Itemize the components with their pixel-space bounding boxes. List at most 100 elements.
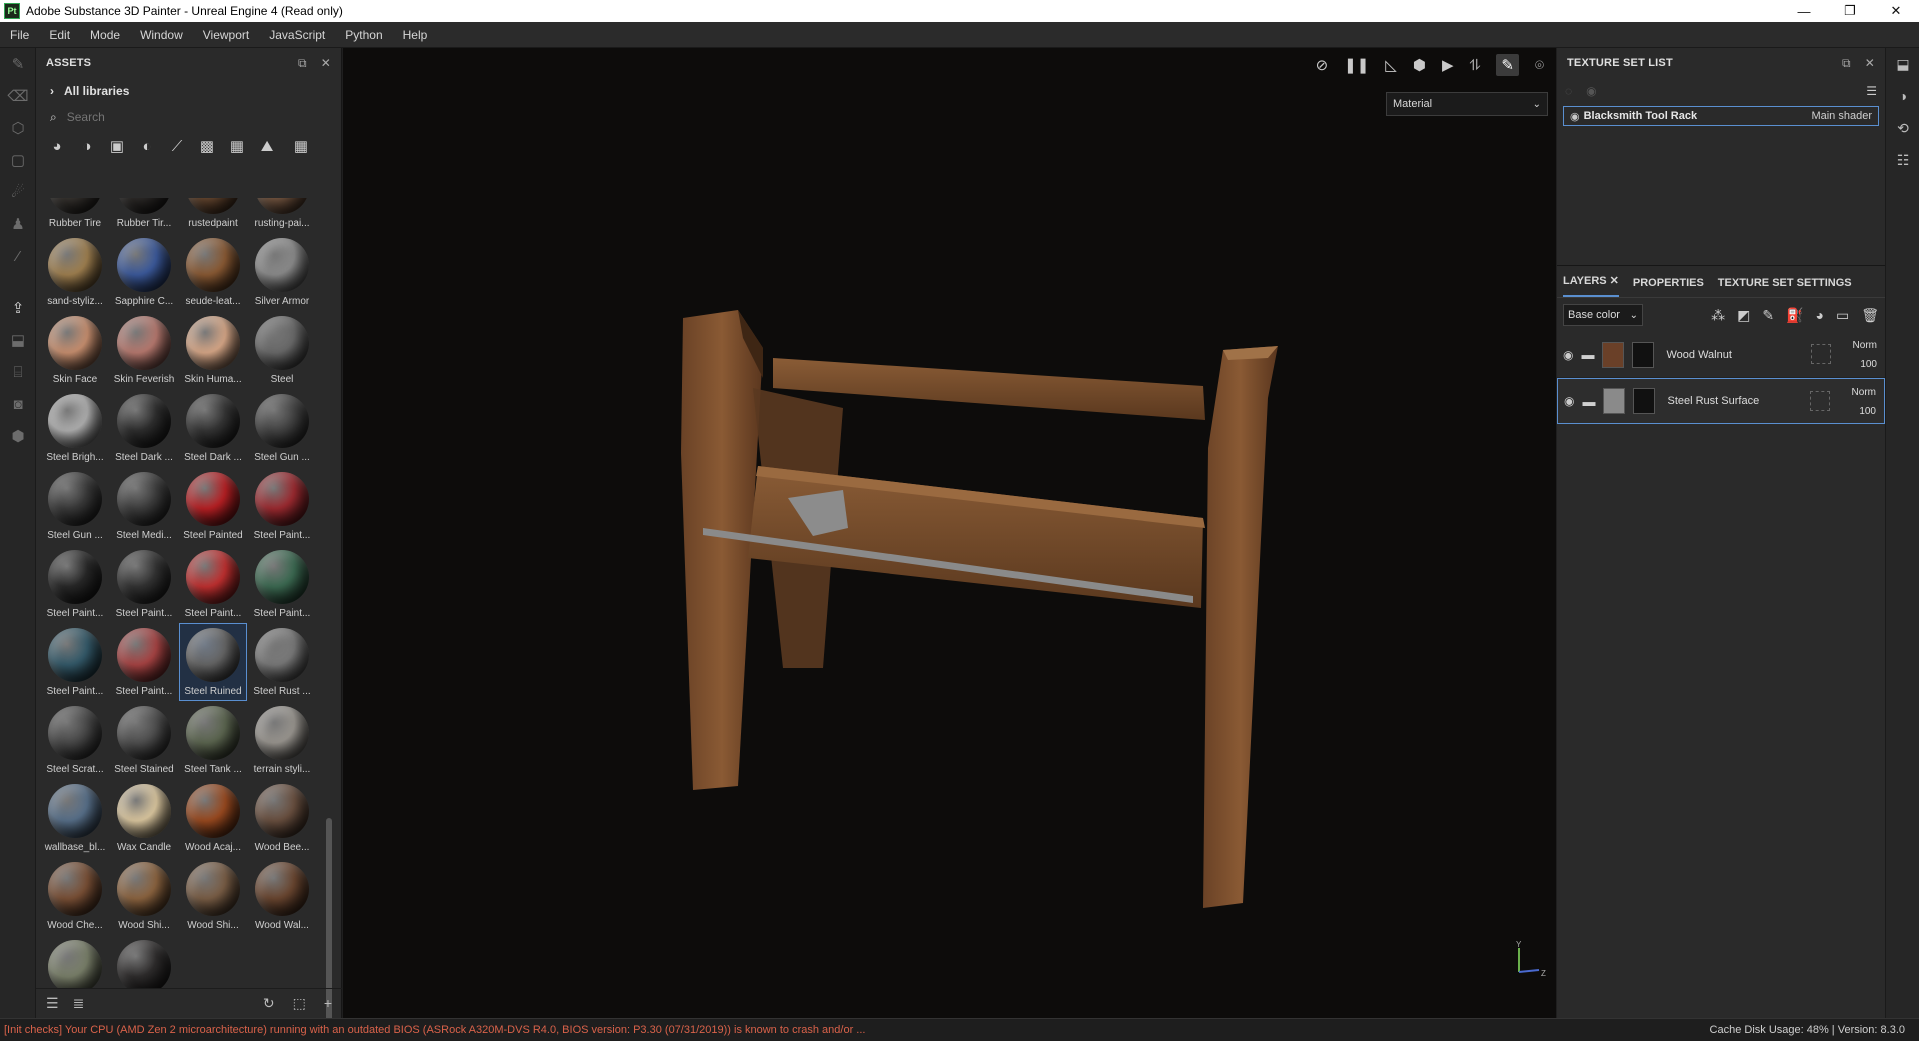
video-icon[interactable]: ▶	[1442, 56, 1454, 74]
viewport-3d[interactable]: ⊘ ❚❚ ◺ ⬢ ▶ ⥮ ✎ ⌾ Material ⌄ Y Z	[343, 48, 1556, 1018]
bake-icon[interactable]: ⬓	[0, 324, 36, 356]
eye-icon[interactable]: ◉	[1570, 110, 1580, 123]
filter-alphas-icon[interactable]: ▦	[228, 137, 246, 155]
maximize-button[interactable]: ❐	[1827, 0, 1873, 22]
add-folder-icon[interactable]: ▭	[1836, 307, 1849, 324]
material-mode-select[interactable]: Material ⌄	[1386, 92, 1548, 116]
hide-icon[interactable]: ⊘	[1316, 56, 1329, 74]
asset-item[interactable]: Skin Face	[42, 312, 108, 388]
asset-item[interactable]: sand-styliz...	[42, 234, 108, 310]
asset-item[interactable]: rusting-pai...	[249, 198, 315, 232]
add-paint-layer-icon[interactable]: ✎	[1762, 307, 1774, 324]
environment-icon[interactable]: ◑	[1886, 80, 1919, 112]
menu-viewport[interactable]: Viewport	[193, 28, 259, 42]
asset-item[interactable]: Steel Paint...	[42, 624, 108, 700]
details-view-icon[interactable]: ≣	[73, 995, 85, 1012]
filter-textures-icon[interactable]: ▩	[198, 137, 216, 155]
filter-environments-icon[interactable]: ⛰	[258, 138, 276, 155]
menu-file[interactable]: File	[0, 28, 39, 42]
asset-item[interactable]: Rubber Tir...	[111, 198, 177, 232]
asset-item[interactable]: Steel Paint...	[180, 546, 246, 622]
asset-item[interactable]: Steel Gun ...	[42, 468, 108, 544]
menu-edit[interactable]: Edit	[39, 28, 80, 42]
filter-materials-icon[interactable]: ◕	[48, 138, 66, 155]
log-icon[interactable]: ☷	[1886, 144, 1919, 176]
menu-icon[interactable]: ☰	[1866, 84, 1877, 98]
asset-item[interactable]: seude-leat...	[180, 234, 246, 310]
asset-item[interactable]: Rubber Tire	[42, 198, 108, 232]
minimize-button[interactable]: —	[1781, 0, 1827, 22]
layer-row[interactable]: ◉ ▬ Wood Walnut Norm 100	[1557, 332, 1885, 378]
float-panel-icon[interactable]: ⧉	[298, 56, 307, 71]
asset-item[interactable]: Steel Painted	[180, 468, 246, 544]
asset-item[interactable]: Steel Dark ...	[180, 390, 246, 466]
asset-item[interactable]: Steel Brigh...	[42, 390, 108, 466]
add-effect-icon[interactable]: ⁂	[1711, 307, 1725, 324]
status-warning[interactable]: [Init checks] Your CPU (AMD Zen 2 microa…	[4, 1024, 865, 1036]
asset-item[interactable]: Steel Rust ...	[249, 624, 315, 700]
clone-stamp-icon[interactable]: ♟	[0, 208, 36, 240]
asset-item[interactable]: Steel Stained	[111, 702, 177, 778]
asset-item[interactable]: Silver Armor	[249, 234, 315, 310]
menu-javascript[interactable]: JavaScript	[259, 28, 335, 42]
texture-set-shader[interactable]: Main shader	[1811, 110, 1872, 122]
close-panel-icon[interactable]: ✕	[1865, 56, 1875, 71]
cube-icon[interactable]: ⬢	[1413, 56, 1426, 74]
history-icon[interactable]: ⟲	[1886, 112, 1919, 144]
symmetry-icon[interactable]: ⥮	[1470, 57, 1481, 74]
asset-item[interactable]: rustedpaint	[180, 198, 246, 232]
eye-icon[interactable]: ◉	[1563, 348, 1573, 362]
close-panel-icon[interactable]: ✕	[321, 56, 331, 71]
asset-item[interactable]: Steel Ruined	[179, 623, 247, 701]
asset-item[interactable]: Wood Acaj...	[180, 780, 246, 856]
menu-mode[interactable]: Mode	[80, 28, 130, 42]
asset-item[interactable]: Steel Gun ...	[249, 390, 315, 466]
blend-mode[interactable]: Norm	[1807, 336, 1877, 355]
asset-item[interactable]: Steel Medi...	[111, 468, 177, 544]
layer-row[interactable]: ◉ ▬ Steel Rust Surface Norm 100	[1557, 378, 1885, 424]
asset-item[interactable]: wallbase_bl...	[42, 780, 108, 856]
asset-item[interactable]: Wood Shi...	[111, 858, 177, 934]
polygon-fill-icon[interactable]: ◙	[0, 388, 36, 420]
close-icon[interactable]: ✕	[1610, 275, 1619, 295]
color-picker-icon[interactable]: ⁄	[0, 240, 36, 272]
projection-icon[interactable]: ⬡	[0, 112, 36, 144]
refresh-icon[interactable]: ↻	[263, 995, 275, 1012]
asset-item[interactable]: Steel Scrat...	[42, 702, 108, 778]
delete-layer-icon[interactable]: 🗑	[1861, 307, 1879, 324]
filter-smart-materials-icon[interactable]: ◑	[78, 138, 96, 155]
search-input[interactable]	[66, 110, 287, 124]
asset-item[interactable]: Steel Paint...	[111, 546, 177, 622]
library-selector[interactable]: › All libraries	[36, 78, 341, 104]
tab-properties[interactable]: PROPERTIES	[1633, 277, 1704, 297]
asset-item[interactable]: Wax Candle	[111, 780, 177, 856]
asset-item[interactable]: Steel Paint...	[249, 546, 315, 622]
add-smart-material-icon[interactable]: ◕	[1816, 307, 1824, 324]
tab-texture-set-settings[interactable]: TEXTURE SET SETTINGS	[1718, 277, 1852, 297]
eye-icon[interactable]: ◉	[1586, 84, 1596, 98]
camera-perspective-icon[interactable]: ◺	[1385, 56, 1397, 74]
asset-item[interactable]: Wood Wal...	[249, 858, 315, 934]
blend-mode[interactable]: Norm	[1806, 383, 1876, 402]
screenshot-icon[interactable]: ⌾	[1535, 57, 1544, 74]
paint-mode-icon[interactable]: ✎	[1496, 54, 1519, 76]
asset-item[interactable]: Wood Bee...	[249, 780, 315, 856]
asset-item[interactable]: Sapphire C...	[111, 234, 177, 310]
add-mask-icon[interactable]: ◩	[1737, 307, 1750, 324]
tab-layers[interactable]: LAYERS ✕	[1563, 274, 1619, 297]
view-3d-icon[interactable]: ⬢	[0, 420, 36, 452]
asset-item[interactable]: Steel	[249, 312, 315, 388]
layer-opacity[interactable]: 100	[1806, 402, 1876, 421]
texture-set-item[interactable]: ◉ Blacksmith Tool Rack Main shader	[1563, 106, 1879, 126]
filter-brushes-icon[interactable]: ⟋	[168, 138, 186, 155]
eye-icon[interactable]: ◉	[1564, 394, 1574, 408]
layer-opacity[interactable]: 100	[1807, 355, 1877, 374]
asset-item[interactable]: Steel Paint...	[249, 468, 315, 544]
channel-select[interactable]: Base color ⌄	[1563, 304, 1643, 326]
add-icon[interactable]: +	[324, 995, 332, 1012]
import-icon[interactable]: ⬚	[293, 995, 306, 1012]
smudge-icon[interactable]: ☄	[0, 176, 36, 208]
close-button[interactable]: ✕	[1873, 0, 1919, 22]
float-panel-icon[interactable]: ⧉	[1842, 56, 1851, 71]
grid-view-icon[interactable]: ▦	[292, 137, 310, 155]
